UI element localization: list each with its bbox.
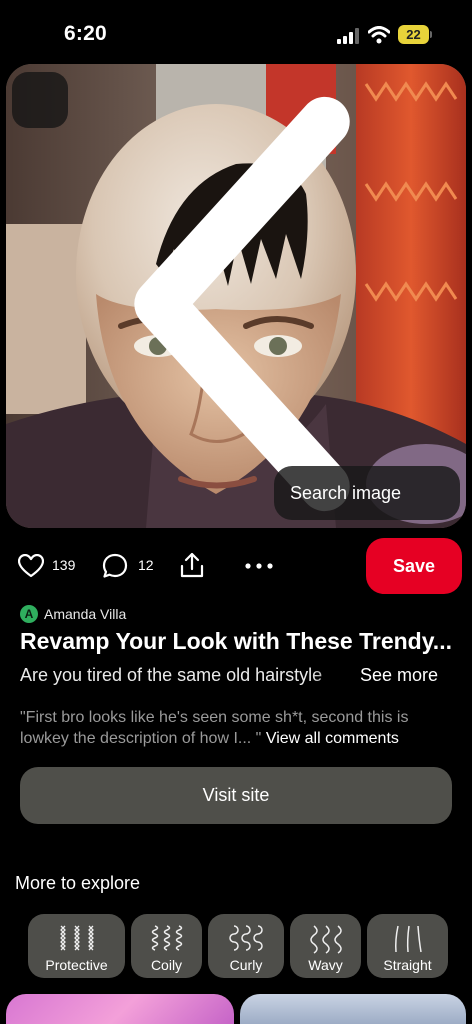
action-row: 139 12 Save	[0, 538, 472, 594]
description-fade	[310, 665, 362, 691]
chip-straight[interactable]: Straight	[367, 914, 448, 978]
like-count: 139	[52, 557, 76, 573]
waves-icon	[309, 925, 342, 954]
pin-description: Are you tired of the same old hairstyle	[20, 665, 323, 685]
chip-label: Coily	[150, 957, 183, 973]
coils-icon	[151, 925, 182, 951]
chevron-left-icon	[134, 96, 350, 512]
pin-image[interactable]: Search image	[6, 64, 466, 528]
braids-icon	[59, 925, 94, 951]
more-options-icon[interactable]	[245, 563, 273, 569]
chip-coily[interactable]: Coily	[131, 914, 202, 978]
battery-icon: 22	[398, 25, 432, 45]
explore-chip-row: Protective Coily Curly Wavy Straight	[28, 914, 448, 978]
curls-icon	[229, 925, 263, 951]
chip-wavy[interactable]: Wavy	[290, 914, 361, 978]
heart-icon[interactable]	[18, 554, 44, 578]
wifi-icon	[368, 26, 390, 44]
status-time: 6:20	[64, 22, 107, 45]
comment-count: 12	[138, 557, 154, 573]
author-name[interactable]: Amanda Villa	[44, 606, 126, 622]
pin-description-row: Are you tired of the same old hairstyle …	[20, 665, 450, 691]
save-button[interactable]: Save	[366, 538, 462, 594]
explore-heading: More to explore	[15, 873, 141, 893]
explore-pin-thumbnail[interactable]	[6, 994, 234, 1024]
view-all-comments-link[interactable]: View all comments	[266, 730, 399, 747]
chip-label: Curly	[229, 957, 263, 973]
see-more-link[interactable]: See more	[360, 665, 438, 686]
status-bar: 6:20 22	[0, 0, 472, 64]
chip-label: Protective	[45, 957, 108, 973]
comment-preview[interactable]: "First bro looks like he's seen some sh*…	[20, 707, 450, 749]
chip-protective[interactable]: Protective	[28, 914, 125, 978]
share-icon[interactable]	[178, 551, 206, 579]
back-button[interactable]	[12, 72, 350, 512]
straight-lines-icon	[394, 925, 422, 953]
comment-icon[interactable]	[102, 553, 128, 579]
search-image-button[interactable]: Search image	[274, 466, 460, 520]
author-row[interactable]: A Amanda Villa	[20, 604, 126, 624]
chip-label: Straight	[383, 957, 432, 973]
cellular-signal-icon	[337, 28, 359, 44]
explore-pin-thumbnail[interactable]	[240, 994, 466, 1024]
chip-label: Wavy	[308, 957, 343, 973]
battery-level: 22	[406, 27, 421, 42]
chip-curly[interactable]: Curly	[208, 914, 284, 978]
visual-search-icon	[284, 466, 466, 528]
author-avatar[interactable]: A	[20, 605, 38, 623]
pin-title: Revamp Your Look with These Trendy...	[20, 628, 452, 654]
visit-site-button[interactable]: Visit site	[20, 767, 452, 824]
